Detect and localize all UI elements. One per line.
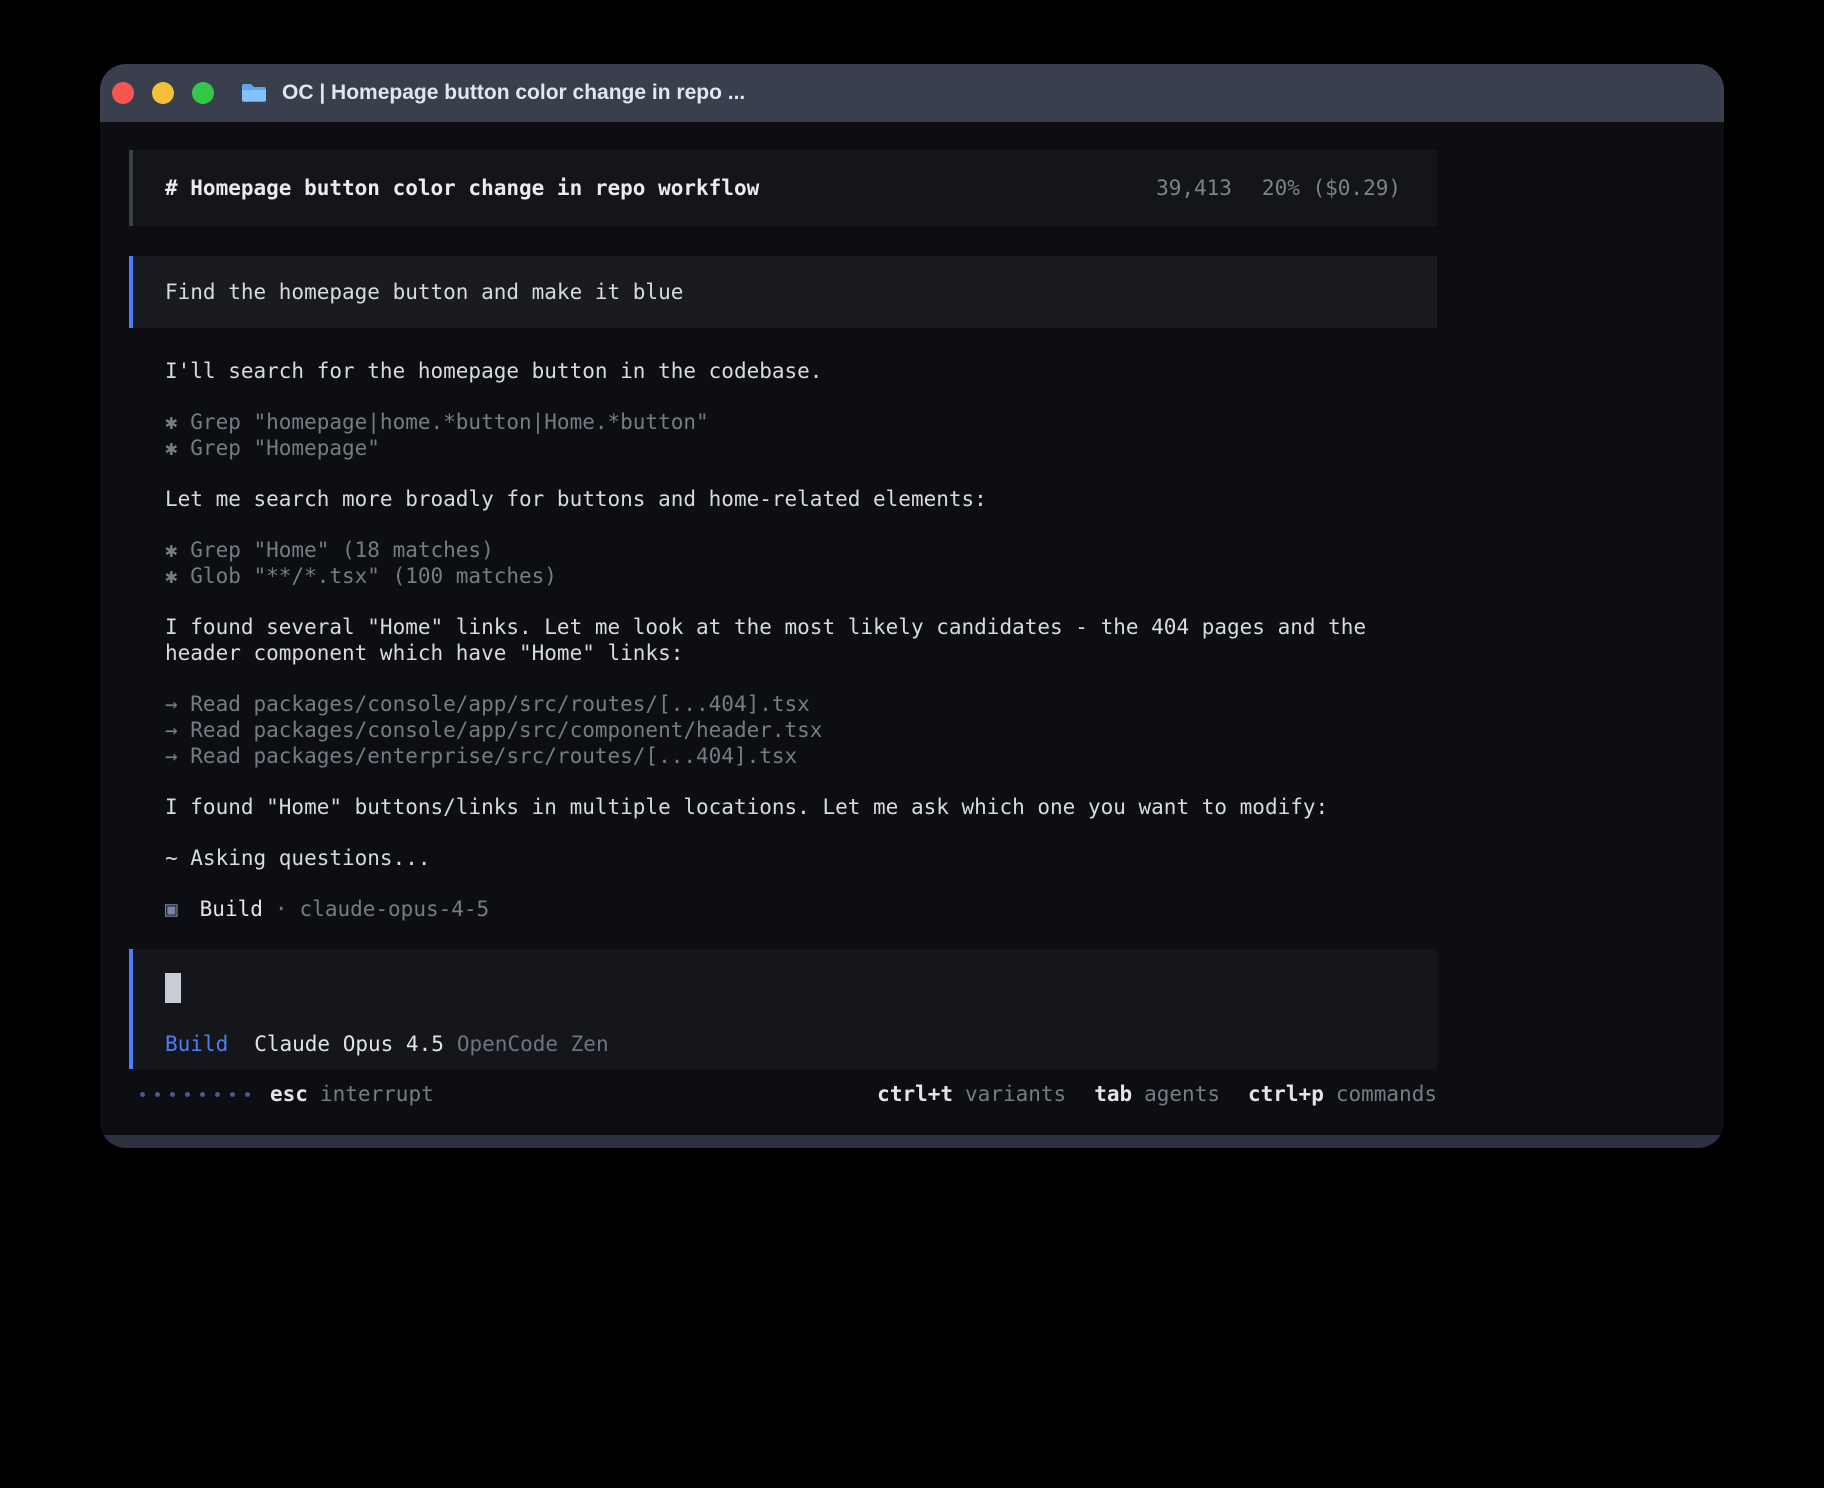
grep-tool-call: ✱ Grep "homepage|home.*button|Home.*butt… bbox=[165, 409, 1437, 435]
token-count: 39,413 bbox=[1156, 175, 1232, 201]
status-bar: esc interrupt ctrl+t variants tab agents… bbox=[129, 1081, 1437, 1107]
mode-indicator: Build bbox=[165, 1031, 228, 1057]
tool-call-group: ✱ Grep "Home" (18 matches) ✱ Glob "**/*.… bbox=[165, 537, 1437, 589]
agents-hint: tab agents bbox=[1094, 1081, 1220, 1107]
status-bar-left: esc interrupt bbox=[140, 1081, 434, 1107]
assistant-text: I'll search for the homepage button in t… bbox=[165, 358, 1437, 384]
session-header: # Homepage button color change in repo w… bbox=[129, 150, 1437, 226]
provider-name: OpenCode Zen bbox=[457, 1031, 609, 1057]
input-meta: Build Claude Opus 4.5 OpenCode Zen bbox=[165, 1031, 1437, 1057]
read-tool-call: → Read packages/console/app/src/componen… bbox=[165, 717, 1437, 743]
grep-tool-call: ✱ Grep "Home" (18 matches) bbox=[165, 537, 1437, 563]
tool-call-group: → Read packages/console/app/src/routes/[… bbox=[165, 691, 1437, 769]
zoom-window-button[interactable] bbox=[192, 82, 214, 104]
context-usage: 20% ($0.29) bbox=[1262, 175, 1401, 201]
terminal-window: OC | Homepage button color change in rep… bbox=[100, 64, 1724, 1148]
grep-tool-call: ✱ Grep "Homepage" bbox=[165, 435, 1437, 461]
separator-dot: · bbox=[275, 896, 288, 922]
tool-call-group: ✱ Grep "homepage|home.*button|Home.*butt… bbox=[165, 409, 1437, 461]
titlebar[interactable]: OC | Homepage button color change in rep… bbox=[100, 64, 1724, 122]
esc-key-label: interrupt bbox=[320, 1081, 434, 1107]
agent-model: claude-opus-4-5 bbox=[300, 896, 490, 922]
model-name: Claude Opus 4.5 bbox=[254, 1031, 444, 1057]
commands-hint: ctrl+p commands bbox=[1248, 1081, 1437, 1107]
user-message-text: Find the homepage button and make it blu… bbox=[165, 279, 683, 305]
spinner-dots bbox=[140, 1092, 250, 1097]
assistant-text: I found "Home" buttons/links in multiple… bbox=[165, 794, 1437, 820]
conversation: I'll search for the homepage button in t… bbox=[165, 358, 1437, 922]
terminal-body: # Homepage button color change in repo w… bbox=[100, 122, 1724, 1135]
minimize-window-button[interactable] bbox=[152, 82, 174, 104]
session-stats: 39,413 20% ($0.29) bbox=[1156, 175, 1401, 201]
agent-icon: ▣ bbox=[165, 896, 178, 922]
glob-tool-call: ✱ Glob "**/*.tsx" (100 matches) bbox=[165, 563, 1437, 589]
folder-icon bbox=[240, 82, 268, 104]
window-title: OC | Homepage button color change in rep… bbox=[282, 81, 745, 105]
read-tool-call: → Read packages/enterprise/src/routes/[.… bbox=[165, 743, 1437, 769]
text-cursor bbox=[165, 973, 181, 1003]
session-title: # Homepage button color change in repo w… bbox=[165, 175, 759, 201]
status-line: ~ Asking questions... bbox=[165, 845, 1437, 871]
window-bottom-edge bbox=[100, 1135, 1724, 1148]
prompt-input[interactable]: Build Claude Opus 4.5 OpenCode Zen bbox=[129, 949, 1437, 1069]
agent-name: Build bbox=[200, 896, 263, 922]
read-tool-call: → Read packages/console/app/src/routes/[… bbox=[165, 691, 1437, 717]
close-window-button[interactable] bbox=[112, 82, 134, 104]
variants-hint: ctrl+t variants bbox=[877, 1081, 1066, 1107]
assistant-text: Let me search more broadly for buttons a… bbox=[165, 486, 1437, 512]
traffic-lights bbox=[112, 82, 214, 104]
user-message: Find the homepage button and make it blu… bbox=[129, 256, 1437, 328]
esc-key-hint: esc bbox=[270, 1081, 308, 1107]
assistant-text: I found several "Home" links. Let me loo… bbox=[165, 614, 1437, 666]
status-bar-right: ctrl+t variants tab agents ctrl+p comman… bbox=[877, 1081, 1437, 1107]
agent-summary-line: ▣ Build · claude-opus-4-5 bbox=[165, 896, 1437, 922]
